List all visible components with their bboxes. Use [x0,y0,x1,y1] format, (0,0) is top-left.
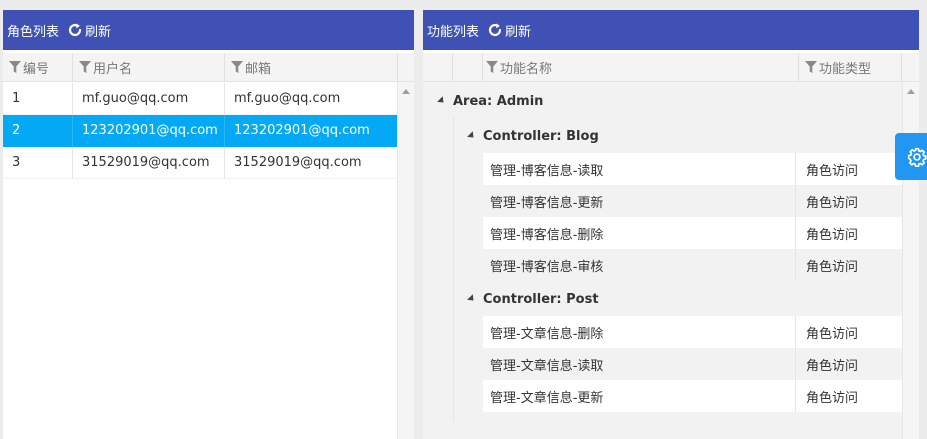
filter-icon[interactable] [805,61,817,73]
cell-function-type: 角色访问 [806,227,859,243]
role-list-refresh-label: 刷新 [85,24,112,40]
table-row[interactable]: 管理-博客信息-读取 角色访问 [483,153,903,185]
filter-icon[interactable] [486,61,498,73]
tree-expanded-icon[interactable] [467,130,477,140]
table-row[interactable]: 管理-博客信息-审核 角色访问 [483,249,903,281]
cell-function-name: 管理-文章信息-更新 [483,380,796,412]
tree-controller-label: Controller: Post [483,291,599,307]
scroll-up-arrow-icon[interactable] [907,89,915,94]
cell-username: 123202901@qq.com [73,114,225,147]
tree-indent-header [423,53,453,81]
role-list-panel: 角色列表 刷新 编号 用户名 邮箱 1 mf.guo@qq.com mf.guo… [3,10,414,439]
filter-icon[interactable] [231,61,243,73]
settings-button[interactable] [895,133,927,180]
tree-area-label: Area: Admin [453,93,544,109]
tree-indent-header [453,53,483,81]
refresh-icon [488,23,502,37]
table-row[interactable]: 管理-文章信息-读取 角色访问 [483,348,903,380]
table-row[interactable]: 1 mf.guo@qq.com mf.guo@qq.com [3,82,398,115]
column-header-function-type-label: 功能类型 [819,61,872,77]
column-header-email-label: 邮箱 [245,61,272,77]
refresh-icon [68,23,82,37]
column-header-username[interactable]: 用户名 [73,53,225,81]
table-row[interactable]: 3 31529019@qq.com 31529019@qq.com [3,146,398,179]
column-header-id[interactable]: 编号 [3,53,73,81]
table-row[interactable]: 管理-文章信息-更新 角色访问 [483,380,903,412]
table-row[interactable]: 管理-博客信息-更新 角色访问 [483,185,903,217]
role-list-title: 角色列表 [7,24,60,40]
tree-controller-label: Controller: Blog [483,128,599,144]
column-header-email[interactable]: 邮箱 [225,53,398,81]
column-header-function-type[interactable]: 功能类型 [799,53,902,81]
cell-function-name: 管理-文章信息-删除 [483,316,796,348]
cell-username: mf.guo@qq.com [73,82,225,115]
cell-function-type: 角色访问 [806,326,859,342]
cell-username: 31529019@qq.com [73,146,225,179]
table-row[interactable]: 管理-文章信息-删除 角色访问 [483,316,903,348]
function-list-panel: 功能列表 刷新 功能名称 功能类型 Area: Admin Controller… [423,10,919,439]
filter-icon[interactable] [79,61,91,73]
function-list-header: 功能列表 刷新 [423,10,919,50]
column-header-username-label: 用户名 [93,61,133,77]
cell-function-name: 管理-博客信息-删除 [483,217,796,249]
cell-function-name: 管理-博客信息-更新 [483,185,796,217]
function-list-refresh-label: 刷新 [505,24,532,40]
filter-icon[interactable] [9,61,21,73]
cell-function-name: 管理-博客信息-审核 [483,249,796,281]
cell-id: 2 [3,114,73,147]
cell-function-type: 角色访问 [806,163,859,179]
cell-email: 123202901@qq.com [225,114,398,147]
gear-icon [907,147,927,167]
cell-function-type: 角色访问 [806,358,859,374]
column-header-function-name-label: 功能名称 [500,61,553,77]
tree-expanded-icon[interactable] [467,293,477,303]
function-list-refresh-button[interactable]: 刷新 [487,21,531,40]
tree-controller-node-post[interactable]: Controller: Post [467,283,599,315]
tree-controller-node-blog[interactable]: Controller: Blog [467,120,599,152]
cell-function-name: 管理-博客信息-读取 [483,153,796,185]
tree-expanded-icon[interactable] [437,95,447,105]
cell-function-type: 角色访问 [806,195,859,211]
table-row[interactable]: 管理-博客信息-删除 角色访问 [483,217,903,249]
role-grid-scrollbar[interactable] [397,82,414,439]
role-list-refresh-button[interactable]: 刷新 [67,21,111,40]
cell-id: 3 [3,146,73,179]
cell-function-name: 管理-文章信息-读取 [483,348,796,380]
cell-function-type: 角色访问 [806,259,859,275]
table-row-selected[interactable]: 2 123202901@qq.com 123202901@qq.com [3,114,398,147]
cell-email: mf.guo@qq.com [225,82,398,115]
function-list-title: 功能列表 [427,24,480,40]
role-grid-header: 编号 用户名 邮箱 [3,53,414,82]
column-header-id-label: 编号 [23,61,50,77]
function-grid-header: 功能名称 功能类型 [423,53,919,82]
role-list-header: 角色列表 刷新 [3,10,414,50]
column-header-function-name[interactable]: 功能名称 [483,53,799,81]
cell-email: 31529019@qq.com [225,146,398,179]
tree-area-node[interactable]: Area: Admin [437,85,543,117]
cell-function-type: 角色访问 [806,390,859,406]
cell-id: 1 [3,82,73,115]
scroll-up-arrow-icon[interactable] [402,89,410,94]
